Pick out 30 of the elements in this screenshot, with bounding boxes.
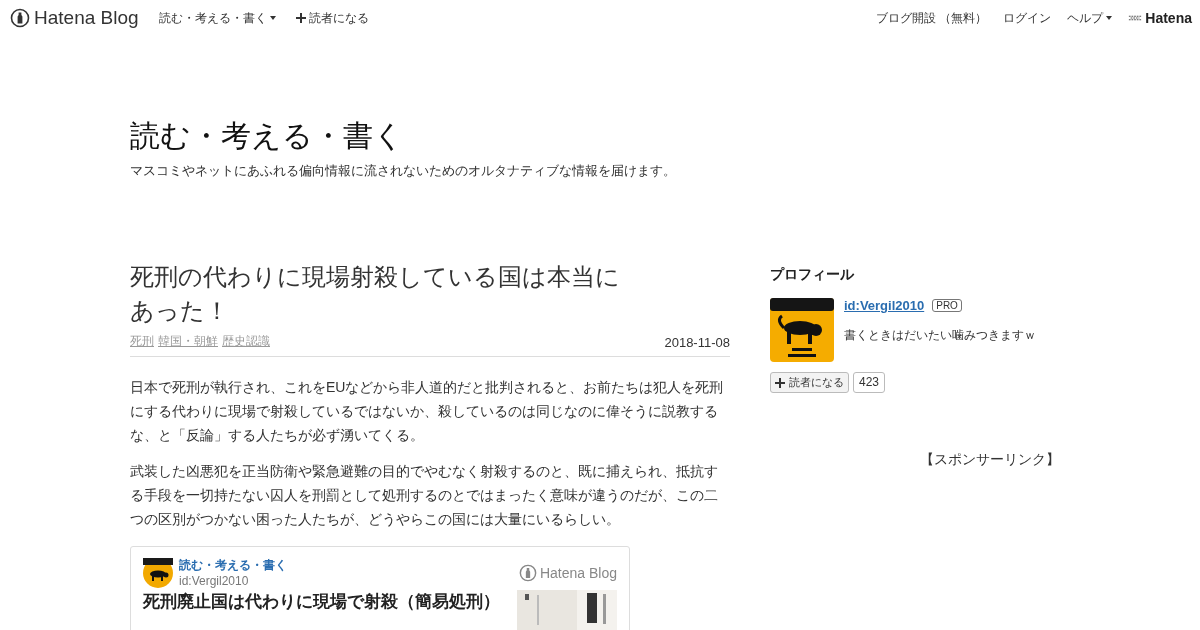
blog-description: マスコミやネットにあふれる偏向情報に流されないためのオルタナティブな情報を届けます。 <box>130 162 677 180</box>
embed-card[interactable]: 読む・考える・書く id:Vergil2010 Hatena Blog 死刑廃止国は代わりに現場で射殺（簡易処刑） <box>130 546 630 630</box>
embed-title[interactable]: 死刑廃止国は代わりに現場で射殺（簡易処刑） <box>143 590 500 630</box>
pro-badge: PRO <box>932 299 962 312</box>
plus-icon <box>775 377 785 388</box>
subscriber-count: 423 <box>853 372 886 393</box>
article-paragraph: 日本で死刑が執行され、これをEUなどから非人道的だと批判されると、お前たちは犯人を死刑にする代わりに現場で射殺しているではないか、殺しているのは同じなのに偉そうに説教するな、と「反論」する人たちが必ず湧いてくる。 <box>130 378 725 446</box>
plus-icon <box>295 13 306 23</box>
user-id-link[interactable]: id:Vergil2010 <box>844 298 925 313</box>
subscribe-button[interactable]: 読者になる <box>770 372 849 393</box>
blog-title[interactable]: 読む・考える・書く <box>130 118 1200 154</box>
bottle-icon <box>10 8 30 28</box>
hatena-blog-logo: Hatena Blog <box>518 563 617 582</box>
article-title[interactable]: 死刑の代わりに現場射殺している国は本当にあった！ <box>130 260 630 328</box>
subscribe-link[interactable]: 読者になる <box>295 9 369 27</box>
blog-logo-link[interactable]: Hatena Blog <box>10 7 139 29</box>
help-link[interactable]: ヘルプ <box>1067 9 1113 27</box>
article-date: 2018-11-08 <box>664 335 730 351</box>
sponsor-label: 【スポンサーリンク】 <box>919 451 1061 469</box>
caret-icon <box>1106 16 1113 20</box>
profile-bio: 書くときはだいたい噛みつきますｗ <box>844 327 1036 344</box>
blog-menu-link[interactable]: 読む・考える・書く <box>158 9 276 27</box>
article-paragraph: 武装した凶悪犯を正当防衛や緊急避難の目的でやむなく射殺するのと、既に捕えられ、抵抗する手段を一切持たない囚人を刑罰として処刑するのとではまったく意味が違うのだが、この二つの区別がつかない困った人たちが、どうやらこの国には大量にいるらしい。 <box>130 462 719 530</box>
login-link[interactable]: ログイン <box>1003 9 1052 27</box>
caret-icon <box>269 16 276 20</box>
hatena-link[interactable]: Hatena <box>1128 10 1192 26</box>
open-blog-link[interactable]: ブログ開設 （無料） <box>875 9 988 27</box>
embed-user-id: id:Vergil2010 <box>179 574 250 589</box>
embed-blog-name[interactable]: 読む・考える・書く <box>179 557 513 575</box>
profile-heading: プロフィール <box>770 265 855 284</box>
